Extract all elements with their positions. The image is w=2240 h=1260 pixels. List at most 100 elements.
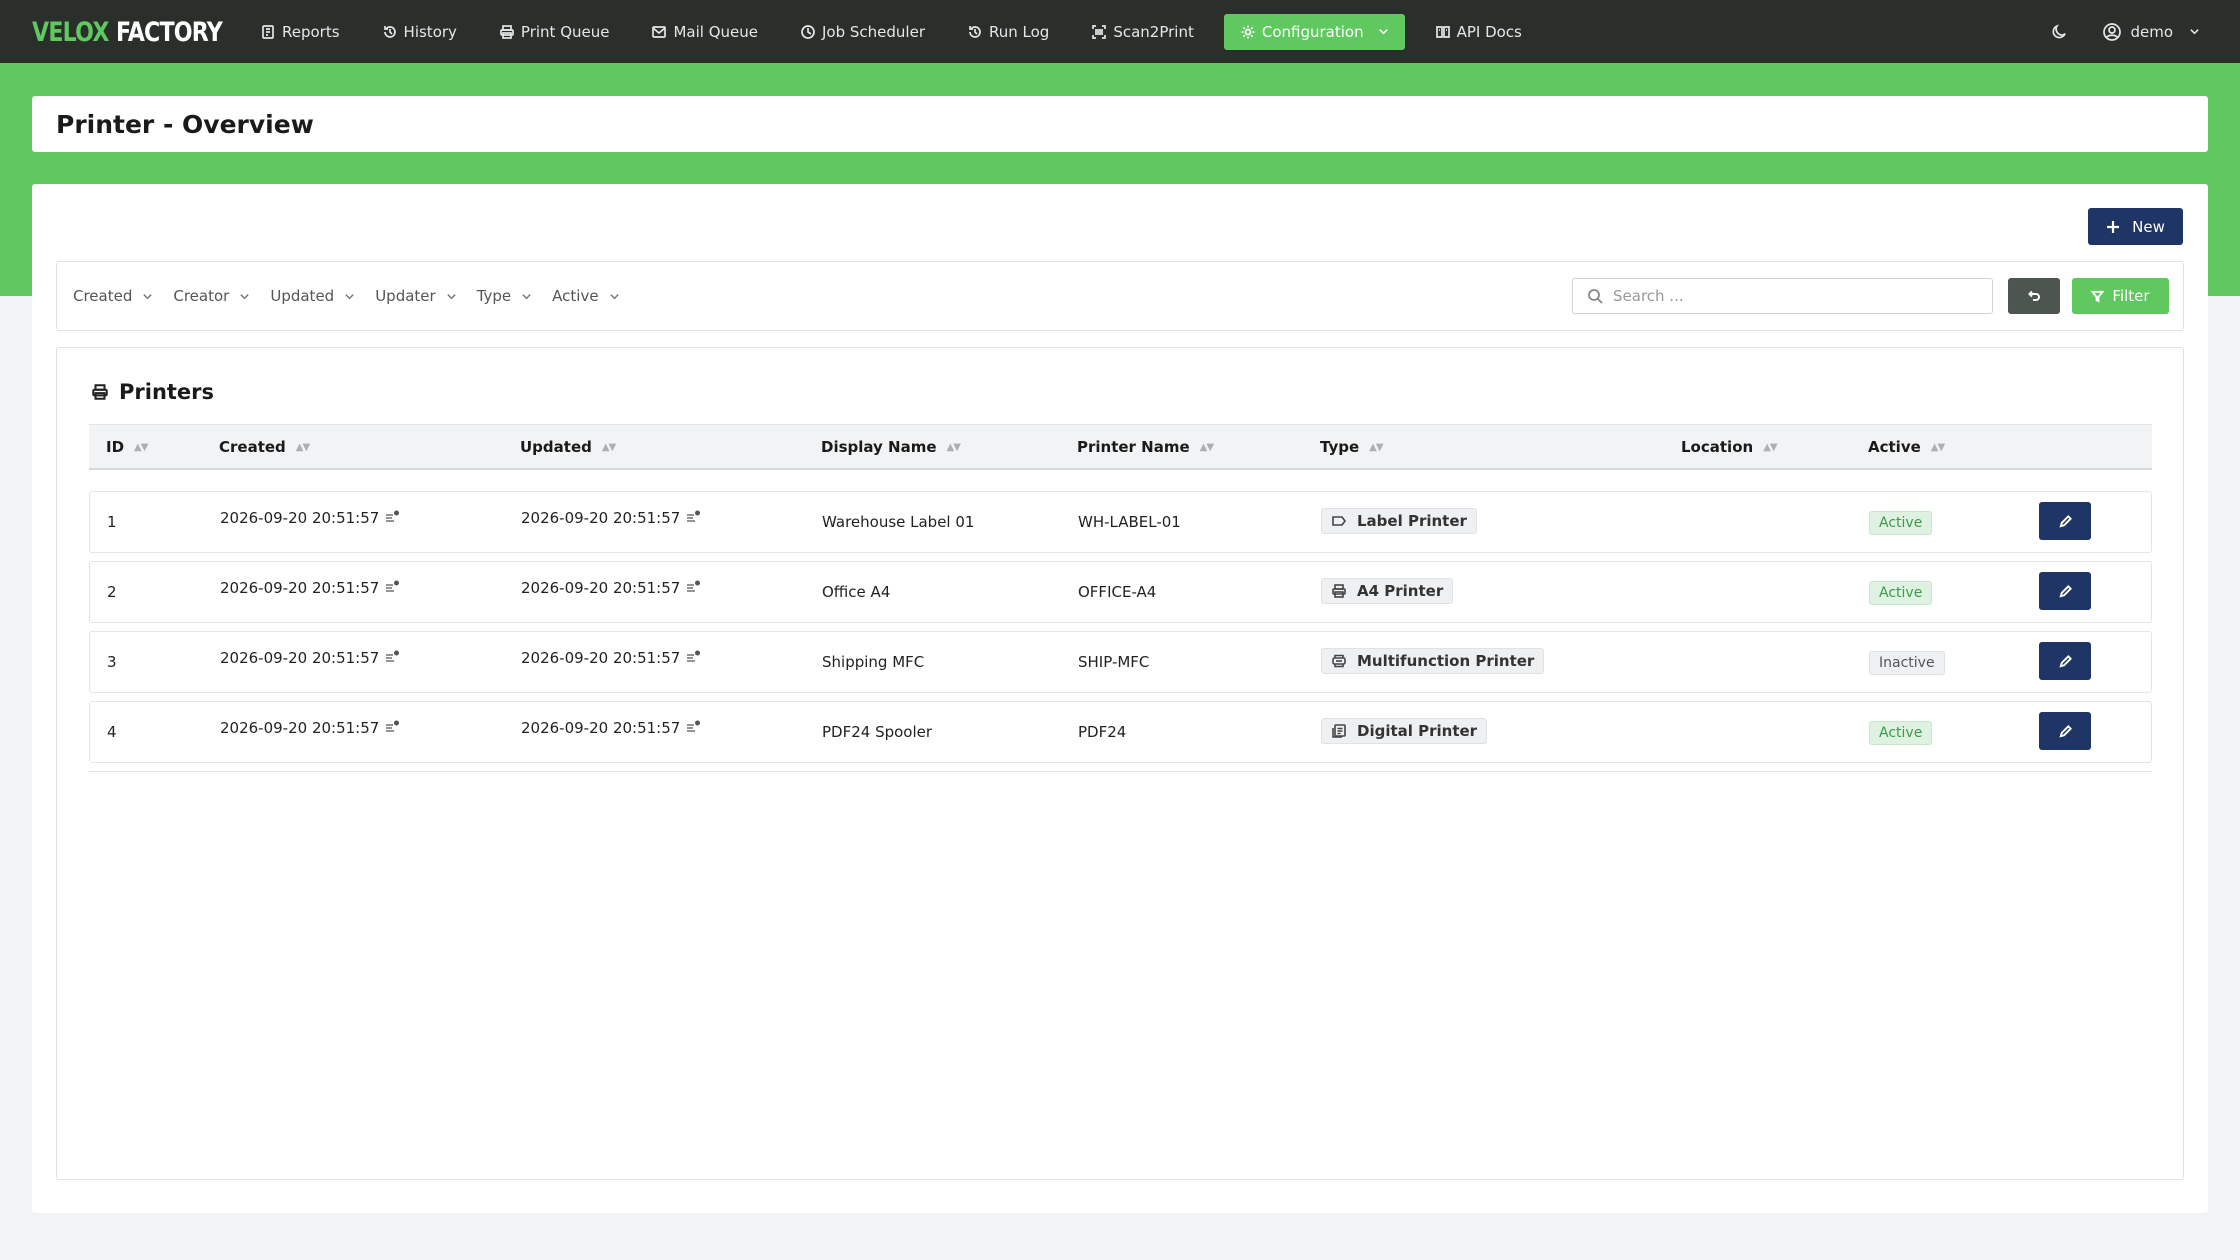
pencil-icon xyxy=(2058,654,2072,668)
nav-item-scan2print[interactable]: Scan2Print xyxy=(1079,14,1206,50)
nav-item-run-log[interactable]: Run Log xyxy=(955,14,1061,50)
type-badge-label: A4 Printer xyxy=(1357,582,1444,600)
nav-item-mail-queue[interactable]: Mail Queue xyxy=(639,14,770,50)
user-info-icon[interactable] xyxy=(385,650,400,662)
table-row[interactable]: 4 2026-09-20 20:51:57 2026-09-20 20:51:5… xyxy=(89,701,2152,763)
column-header-label: Printer Name xyxy=(1077,438,1190,456)
filter-button[interactable]: Filter xyxy=(2072,278,2169,314)
column-header-created[interactable]: Created ▲▼ xyxy=(219,425,310,469)
cell-printer-name: SHIP-MFC xyxy=(1078,653,1150,671)
filter-updater-dropdown[interactable]: Updater xyxy=(375,287,457,305)
cell-active: Active xyxy=(1869,562,1933,622)
cell-updated-value: 2026-09-20 20:51:57 xyxy=(521,509,681,527)
column-header-label: Updated xyxy=(520,438,592,456)
cell-updated: 2026-09-20 20:51:57 xyxy=(521,558,701,618)
user-info-icon[interactable] xyxy=(686,510,701,522)
filter-active-dropdown[interactable]: Active xyxy=(552,287,619,305)
table-row[interactable]: 3 2026-09-20 20:51:57 2026-09-20 20:51:5… xyxy=(89,631,2152,693)
filter-label: Created xyxy=(73,287,133,305)
search-box xyxy=(1572,278,1993,314)
cell-created-value: 2026-09-20 20:51:57 xyxy=(220,509,380,527)
cell-updated: 2026-09-20 20:51:57 xyxy=(521,488,701,548)
funnel-icon xyxy=(2091,290,2105,303)
user-info-icon[interactable] xyxy=(686,720,701,732)
table-row[interactable]: 2 2026-09-20 20:51:57 2026-09-20 20:51:5… xyxy=(89,561,2152,623)
nav-item-reports[interactable]: Reports xyxy=(248,14,352,50)
filter-creator-dropdown[interactable]: Creator xyxy=(173,287,250,305)
nav-item-label: Reports xyxy=(282,22,340,41)
status-badge: Active xyxy=(1869,581,1933,605)
filter-created-dropdown[interactable]: Created xyxy=(73,287,153,305)
filter-type-dropdown[interactable]: Type xyxy=(477,287,532,305)
cell-created: 2026-09-20 20:51:57 xyxy=(220,698,400,758)
sort-icon: ▲▼ xyxy=(295,441,310,453)
user-info-icon[interactable] xyxy=(385,580,400,592)
nav-item-label: Job Scheduler xyxy=(822,22,925,41)
pencil-icon xyxy=(2058,584,2072,598)
edit-button[interactable] xyxy=(2039,502,2091,540)
plus-icon xyxy=(2107,220,2120,233)
sort-icon: ▲▼ xyxy=(946,441,961,453)
type-badge-label: Label Printer xyxy=(1357,512,1467,530)
printer-icon xyxy=(500,24,514,39)
brand-logo[interactable]: VELOX FACTORY xyxy=(32,10,223,54)
user-info-icon[interactable] xyxy=(686,650,701,662)
page-title: Printer - Overview xyxy=(56,109,314,139)
filter-dropdowns: Created Creator Updated Updater Type Act… xyxy=(73,262,640,330)
printer-icon xyxy=(1332,584,1346,598)
nav-item-configuration[interactable]: Configuration xyxy=(1223,13,1405,50)
column-header-display-name[interactable]: Display Name ▲▼ xyxy=(821,425,961,469)
search-input[interactable] xyxy=(1613,287,1973,305)
undo-icon xyxy=(2028,290,2040,301)
user-info-icon[interactable] xyxy=(385,720,400,732)
filter-label: Active xyxy=(552,287,599,305)
column-header-location[interactable]: Location ▲▼ xyxy=(1681,425,1778,469)
column-header-type[interactable]: Type ▲▼ xyxy=(1320,425,1384,469)
filter-label: Updated xyxy=(270,287,335,305)
nav-item-history[interactable]: History xyxy=(370,14,469,50)
edit-button[interactable] xyxy=(2039,712,2091,750)
chevron-down-icon xyxy=(1378,29,1388,35)
filter-bar: Created Creator Updated Updater Type Act… xyxy=(56,261,2184,331)
column-header-id[interactable]: ID ▲▼ xyxy=(106,425,148,469)
column-header-label: Type xyxy=(1320,438,1360,456)
cell-created: 2026-09-20 20:51:57 xyxy=(220,558,400,618)
table-title-label: Printers xyxy=(119,380,215,404)
column-header-printer-name[interactable]: Printer Name ▲▼ xyxy=(1077,425,1214,469)
nav-item-print-queue[interactable]: Print Queue xyxy=(487,14,622,50)
mail-icon xyxy=(652,25,667,38)
nav-item-job-scheduler[interactable]: Job Scheduler xyxy=(788,14,937,50)
cell-id: 3 xyxy=(107,653,117,671)
type-badge: Label Printer xyxy=(1321,508,1477,534)
gear-icon xyxy=(1241,25,1255,38)
new-button[interactable]: New xyxy=(2088,208,2183,245)
reset-filter-button[interactable] xyxy=(2008,278,2060,314)
user-circle-icon xyxy=(2103,22,2122,41)
printer-icon xyxy=(92,384,108,400)
table-row[interactable]: 1 2026-09-20 20:51:57 2026-09-20 20:51:5… xyxy=(89,491,2152,553)
moon-icon[interactable] xyxy=(2050,23,2068,41)
filter-label: Type xyxy=(476,287,512,305)
column-header-active[interactable]: Active ▲▼ xyxy=(1868,425,1945,469)
cell-display-name: PDF24 Spooler xyxy=(822,723,933,741)
reports-icon xyxy=(262,24,274,39)
type-badge: A4 Printer xyxy=(1321,578,1454,604)
type-badge: Digital Printer xyxy=(1321,718,1488,744)
filter-updated-dropdown[interactable]: Updated xyxy=(270,287,355,305)
user-info-icon[interactable] xyxy=(686,580,701,592)
nav-item-api-docs[interactable]: API Docs xyxy=(1423,14,1534,50)
cell-created-value: 2026-09-20 20:51:57 xyxy=(220,649,380,667)
user-menu[interactable]: demo xyxy=(2102,22,2200,42)
edit-button[interactable] xyxy=(2039,642,2091,680)
edit-button[interactable] xyxy=(2039,572,2091,610)
user-info-icon[interactable] xyxy=(385,510,400,522)
cell-updated: 2026-09-20 20:51:57 xyxy=(521,698,701,758)
column-header-label: Display Name xyxy=(821,438,937,456)
column-header-updated[interactable]: Updated ▲▼ xyxy=(520,425,616,469)
type-badge: Multifunction Printer xyxy=(1321,648,1545,674)
table-bottom-divider xyxy=(89,771,2152,772)
pencil-icon xyxy=(2058,514,2072,528)
barcode-scan-icon xyxy=(1092,24,1107,39)
history-icon xyxy=(969,25,981,38)
printers-table-card: Printers ID ▲▼ Created ▲▼ Updated ▲▼ Displa… xyxy=(56,347,2184,1180)
